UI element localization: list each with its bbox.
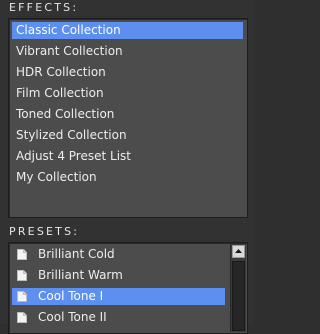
effect-item-hdr-collection[interactable]: HDR Collection — [12, 64, 243, 81]
scroll-up-button[interactable] — [232, 245, 245, 258]
preset-item-label: Cool Tone I — [38, 289, 104, 303]
preset-item-brilliant-cold[interactable]: Brilliant Cold — [12, 246, 225, 263]
preset-item-label: Brilliant Cold — [38, 247, 115, 261]
preset-file-icon — [17, 249, 27, 260]
presets-label: PRESETS: — [9, 225, 80, 238]
preset-file-icon — [17, 270, 27, 281]
scroll-thumb[interactable] — [232, 261, 245, 331]
preset-item-label: Cool Tone II — [38, 310, 107, 324]
effect-item-vibrant-collection[interactable]: Vibrant Collection — [12, 43, 243, 60]
effects-presets-panel: EFFECTS: Classic Collection Vibrant Coll… — [0, 0, 254, 334]
effect-item-classic-collection[interactable]: Classic Collection — [12, 22, 243, 39]
preset-file-icon — [17, 291, 27, 302]
effect-item-stylized-collection[interactable]: Stylized Collection — [12, 127, 243, 144]
effect-item-toned-collection[interactable]: Toned Collection — [12, 106, 243, 123]
effect-item-adjust-4-preset-list[interactable]: Adjust 4 Preset List — [12, 148, 243, 165]
effects-label: EFFECTS: — [9, 1, 79, 14]
effects-list[interactable]: Classic Collection Vibrant Collection HD… — [8, 18, 248, 218]
preset-item-cool-tone-i[interactable]: Cool Tone I — [12, 288, 225, 305]
effect-item-film-collection[interactable]: Film Collection — [12, 85, 243, 102]
preset-item-label: Brilliant Warm — [38, 268, 123, 282]
presets-scrollbar[interactable] — [230, 244, 246, 332]
presets-list[interactable]: Brilliant Cold Brilliant Warm Cool Tone … — [8, 242, 248, 334]
preset-file-icon — [17, 312, 27, 323]
arrow-up-icon — [235, 249, 242, 253]
preset-item-cool-tone-ii[interactable]: Cool Tone II — [12, 309, 225, 326]
effect-item-my-collection[interactable]: My Collection — [12, 169, 243, 186]
preset-item-brilliant-warm[interactable]: Brilliant Warm — [12, 267, 225, 284]
